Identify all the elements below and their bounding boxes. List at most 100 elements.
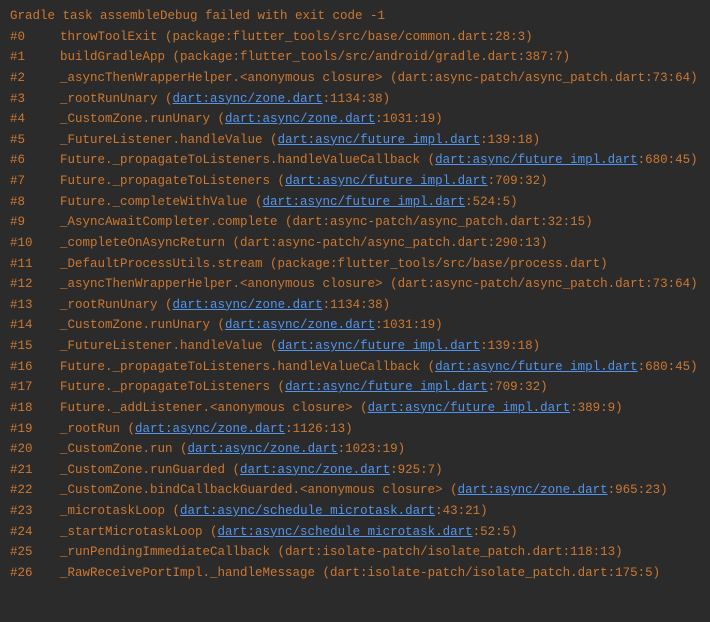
frame-number: #24 <box>10 522 60 543</box>
source-link[interactable]: dart:async/future_impl.dart <box>435 360 638 374</box>
frame-location-prefix: ( <box>270 174 285 188</box>
frame-location-suffix: :1031:19) <box>375 112 443 126</box>
frame-location-suffix: :680:45) <box>638 153 698 167</box>
frame-method: _CustomZone.bindCallbackGuarded.<anonymo… <box>60 483 443 497</box>
frame-location-suffix: :709:32) <box>488 174 548 188</box>
source-link[interactable]: dart:async/future_impl.dart <box>285 380 488 394</box>
stack-frame: #11_DefaultProcessUtils.stream (package:… <box>10 254 700 275</box>
frame-location-suffix: :43:21) <box>435 504 488 518</box>
stack-frame: #21_CustomZone.runGuarded (dart:async/zo… <box>10 460 700 481</box>
frame-location-prefix: ( <box>158 298 173 312</box>
frame-location-prefix: ( <box>210 112 225 126</box>
frame-location-suffix: :52:5) <box>473 525 518 539</box>
stack-frame: #7Future._propagateToListeners (dart:asy… <box>10 171 700 192</box>
frame-location-suffix: :1126:13) <box>285 422 353 436</box>
frame-number: #23 <box>10 501 60 522</box>
frame-number: #10 <box>10 233 60 254</box>
frame-number: #16 <box>10 357 60 378</box>
stack-frame: #1buildGradleApp (package:flutter_tools/… <box>10 47 700 68</box>
frame-location-suffix: :1023:19) <box>338 442 406 456</box>
stack-frame: #2_asyncThenWrapperHelper.<anonymous clo… <box>10 68 700 89</box>
stack-frame: #10_completeOnAsyncReturn (dart:async-pa… <box>10 233 700 254</box>
frame-location-prefix: ( <box>263 133 278 147</box>
frame-location-prefix: ( <box>420 153 435 167</box>
frame-method: _rootRunUnary <box>60 92 158 106</box>
frame-number: #2 <box>10 68 60 89</box>
stack-frame: #16Future._propagateToListeners.handleVa… <box>10 357 700 378</box>
frame-location-suffix: :709:32) <box>488 380 548 394</box>
frame-location-prefix: (package:flutter_tools/src/android/gradl… <box>165 50 570 64</box>
frame-method: _rootRunUnary <box>60 298 158 312</box>
frame-method: _completeOnAsyncReturn <box>60 236 225 250</box>
frame-number: #20 <box>10 439 60 460</box>
frame-number: #12 <box>10 274 60 295</box>
source-link[interactable]: dart:async/zone.dart <box>240 463 390 477</box>
frame-number: #11 <box>10 254 60 275</box>
stack-frame: #9_AsyncAwaitCompleter.complete (dart:as… <box>10 212 700 233</box>
stack-frame: #24_startMicrotaskLoop (dart:async/sched… <box>10 522 700 543</box>
frame-location-prefix: ( <box>263 339 278 353</box>
frame-method: _startMicrotaskLoop <box>60 525 203 539</box>
stack-frame: #20_CustomZone.run (dart:async/zone.dart… <box>10 439 700 460</box>
source-link[interactable]: dart:async/schedule_microtask.dart <box>180 504 435 518</box>
frame-method: Future._completeWithValue <box>60 195 248 209</box>
frame-location-prefix: ( <box>158 92 173 106</box>
frame-location-prefix: ( <box>225 463 240 477</box>
source-link[interactable]: dart:async/zone.dart <box>188 442 338 456</box>
error-header: Gradle task assembleDebug failed with ex… <box>10 6 700 27</box>
stack-frame: #26_RawReceivePortImpl._handleMessage (d… <box>10 563 700 584</box>
frame-method: _AsyncAwaitCompleter.complete <box>60 215 278 229</box>
stack-frame: #17Future._propagateToListeners (dart:as… <box>10 377 700 398</box>
frame-location-prefix: (dart:async-patch/async_patch.dart:73:64… <box>383 71 698 85</box>
frame-method: _asyncThenWrapperHelper.<anonymous closu… <box>60 71 383 85</box>
frame-number: #19 <box>10 419 60 440</box>
frame-location-prefix: ( <box>173 442 188 456</box>
frame-method: _asyncThenWrapperHelper.<anonymous closu… <box>60 277 383 291</box>
source-link[interactable]: dart:async/zone.dart <box>225 112 375 126</box>
frame-number: #15 <box>10 336 60 357</box>
frame-method: buildGradleApp <box>60 50 165 64</box>
frame-location-prefix: ( <box>420 360 435 374</box>
frame-location-suffix: :925:7) <box>390 463 443 477</box>
frame-method: _FutureListener.handleValue <box>60 339 263 353</box>
frame-method: _CustomZone.run <box>60 442 173 456</box>
frame-location-suffix: :1134:38) <box>323 298 391 312</box>
source-link[interactable]: dart:async/future_impl.dart <box>285 174 488 188</box>
frame-method: _CustomZone.runGuarded <box>60 463 225 477</box>
source-link[interactable]: dart:async/zone.dart <box>173 298 323 312</box>
frame-method: _CustomZone.runUnary <box>60 112 210 126</box>
frame-location-suffix: :139:18) <box>480 133 540 147</box>
source-link[interactable]: dart:async/future_impl.dart <box>278 339 481 353</box>
source-link[interactable]: dart:async/schedule_microtask.dart <box>218 525 473 539</box>
source-link[interactable]: dart:async/zone.dart <box>173 92 323 106</box>
frame-location-prefix: ( <box>203 525 218 539</box>
stack-frame: #23_microtaskLoop (dart:async/schedule_m… <box>10 501 700 522</box>
stack-frame: #5_FutureListener.handleValue (dart:asyn… <box>10 130 700 151</box>
source-link[interactable]: dart:async/future_impl.dart <box>368 401 571 415</box>
stack-frame: #3_rootRunUnary (dart:async/zone.dart:11… <box>10 89 700 110</box>
frame-location-prefix: ( <box>248 195 263 209</box>
source-link[interactable]: dart:async/zone.dart <box>135 422 285 436</box>
source-link[interactable]: dart:async/future_impl.dart <box>435 153 638 167</box>
frame-location-prefix: (dart:async-patch/async_patch.dart:73:64… <box>383 277 698 291</box>
source-link[interactable]: dart:async/zone.dart <box>458 483 608 497</box>
frame-number: #25 <box>10 542 60 563</box>
stack-frame: #19_rootRun (dart:async/zone.dart:1126:1… <box>10 419 700 440</box>
source-link[interactable]: dart:async/zone.dart <box>225 318 375 332</box>
frame-location-suffix: :139:18) <box>480 339 540 353</box>
frame-location-prefix: (package:flutter_tools/src/base/common.d… <box>158 30 533 44</box>
frame-number: #26 <box>10 563 60 584</box>
frame-location-suffix: :965:23) <box>608 483 668 497</box>
stack-frame: #25_runPendingImmediateCallback (dart:is… <box>10 542 700 563</box>
frame-location-prefix: (package:flutter_tools/src/base/process.… <box>263 257 608 271</box>
source-link[interactable]: dart:async/future_impl.dart <box>263 195 466 209</box>
frame-number: #5 <box>10 130 60 151</box>
frame-method: _microtaskLoop <box>60 504 165 518</box>
frame-number: #7 <box>10 171 60 192</box>
frame-number: #22 <box>10 480 60 501</box>
frame-number: #6 <box>10 150 60 171</box>
stack-frame: #15_FutureListener.handleValue (dart:asy… <box>10 336 700 357</box>
frame-number: #17 <box>10 377 60 398</box>
source-link[interactable]: dart:async/future_impl.dart <box>278 133 481 147</box>
stack-frame: #18Future._addListener.<anonymous closur… <box>10 398 700 419</box>
